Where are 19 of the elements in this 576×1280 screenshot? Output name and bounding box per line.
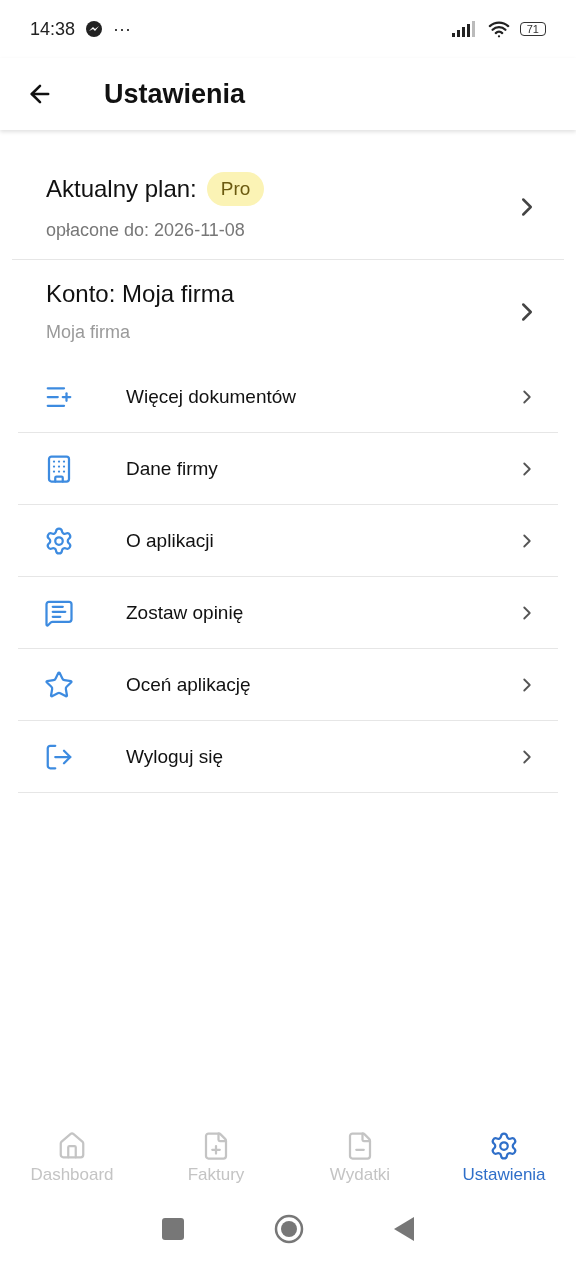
signal-icon (451, 21, 478, 37)
star-icon (44, 669, 74, 700)
account-subtitle: Moja firma (46, 322, 131, 343)
gear-icon (489, 1131, 519, 1161)
more-notifications: ··· (113, 18, 132, 40)
gear-icon (44, 525, 74, 556)
status-time: 14:38 (30, 18, 76, 40)
home-icon (57, 1131, 87, 1161)
account-title: Konto: Moja firma (46, 280, 236, 308)
plan-badge: Pro (206, 172, 265, 206)
wifi-icon (487, 18, 510, 40)
battery-indicator: 71 (519, 22, 546, 36)
back-nav-button[interactable] (394, 1217, 414, 1241)
plan-label: Aktualny plan: (46, 175, 197, 203)
messenger-icon (85, 20, 104, 38)
paid-until-text: opłacone do: 2026-11-08 (46, 220, 246, 241)
nav-tab[interactable]: Ustawienia (432, 1130, 576, 1186)
page-title: Ustawienia (104, 78, 246, 110)
home-button[interactable] (274, 1214, 304, 1244)
